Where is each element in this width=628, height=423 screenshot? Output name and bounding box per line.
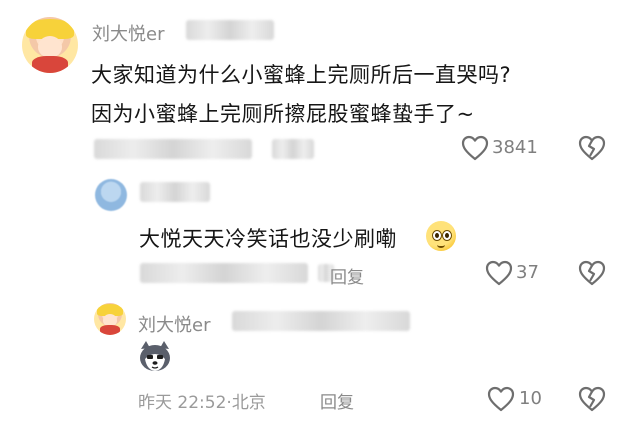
reply2-location: 北京 (231, 393, 266, 413)
avatar-body (32, 56, 68, 73)
like-button[interactable] (485, 260, 513, 286)
like-button[interactable] (461, 135, 489, 161)
comment-text-line2: 因为小蜜蜂上完厕所擦屁股蜜蜂蛰手了~ (91, 102, 475, 126)
husky-dog-sticker-icon (137, 339, 173, 375)
like-count: 10 (519, 388, 542, 409)
blurred-reply-link (272, 139, 314, 159)
blurred-reply-meta (140, 263, 308, 283)
reply-text: 大悦天天冷笑话也没少刷嘞 (139, 227, 397, 251)
reply2-author[interactable]: 刘大悦er (138, 311, 210, 337)
comment-text-line1: 大家知道为什么小蜜蜂上完厕所后一直哭吗? (91, 63, 512, 87)
dislike-button[interactable] (578, 260, 606, 286)
avatar[interactable] (22, 17, 78, 73)
reply-link[interactable]: 回复 (330, 263, 364, 288)
like-count: 37 (516, 262, 539, 283)
broken-heart-icon (578, 260, 606, 286)
dislike-button[interactable] (578, 386, 606, 412)
blurred-reply-username (140, 182, 210, 202)
blurred-reply2-meta (232, 311, 410, 331)
reply2-time: 昨天 22:52 (138, 393, 227, 413)
pleading-face-emoji-icon (426, 221, 456, 251)
blurred-username (186, 20, 274, 40)
like-count: 3841 (492, 137, 538, 158)
reply2-timestamp: 昨天 22:52·北京 (138, 393, 266, 413)
comment-author[interactable]: 刘大悦er (92, 20, 164, 46)
heart-outline-icon (485, 260, 513, 286)
reply-avatar[interactable] (95, 179, 127, 211)
avatar-face (37, 36, 63, 59)
like-button[interactable] (487, 386, 515, 412)
broken-heart-icon (578, 386, 606, 412)
broken-heart-icon (578, 135, 606, 161)
heart-outline-icon (487, 386, 515, 412)
blurred-comment-meta (94, 139, 252, 159)
dislike-button[interactable] (578, 135, 606, 161)
heart-outline-icon (461, 135, 489, 161)
reply-link[interactable]: 回复 (320, 388, 354, 413)
reply2-avatar[interactable] (94, 303, 126, 335)
